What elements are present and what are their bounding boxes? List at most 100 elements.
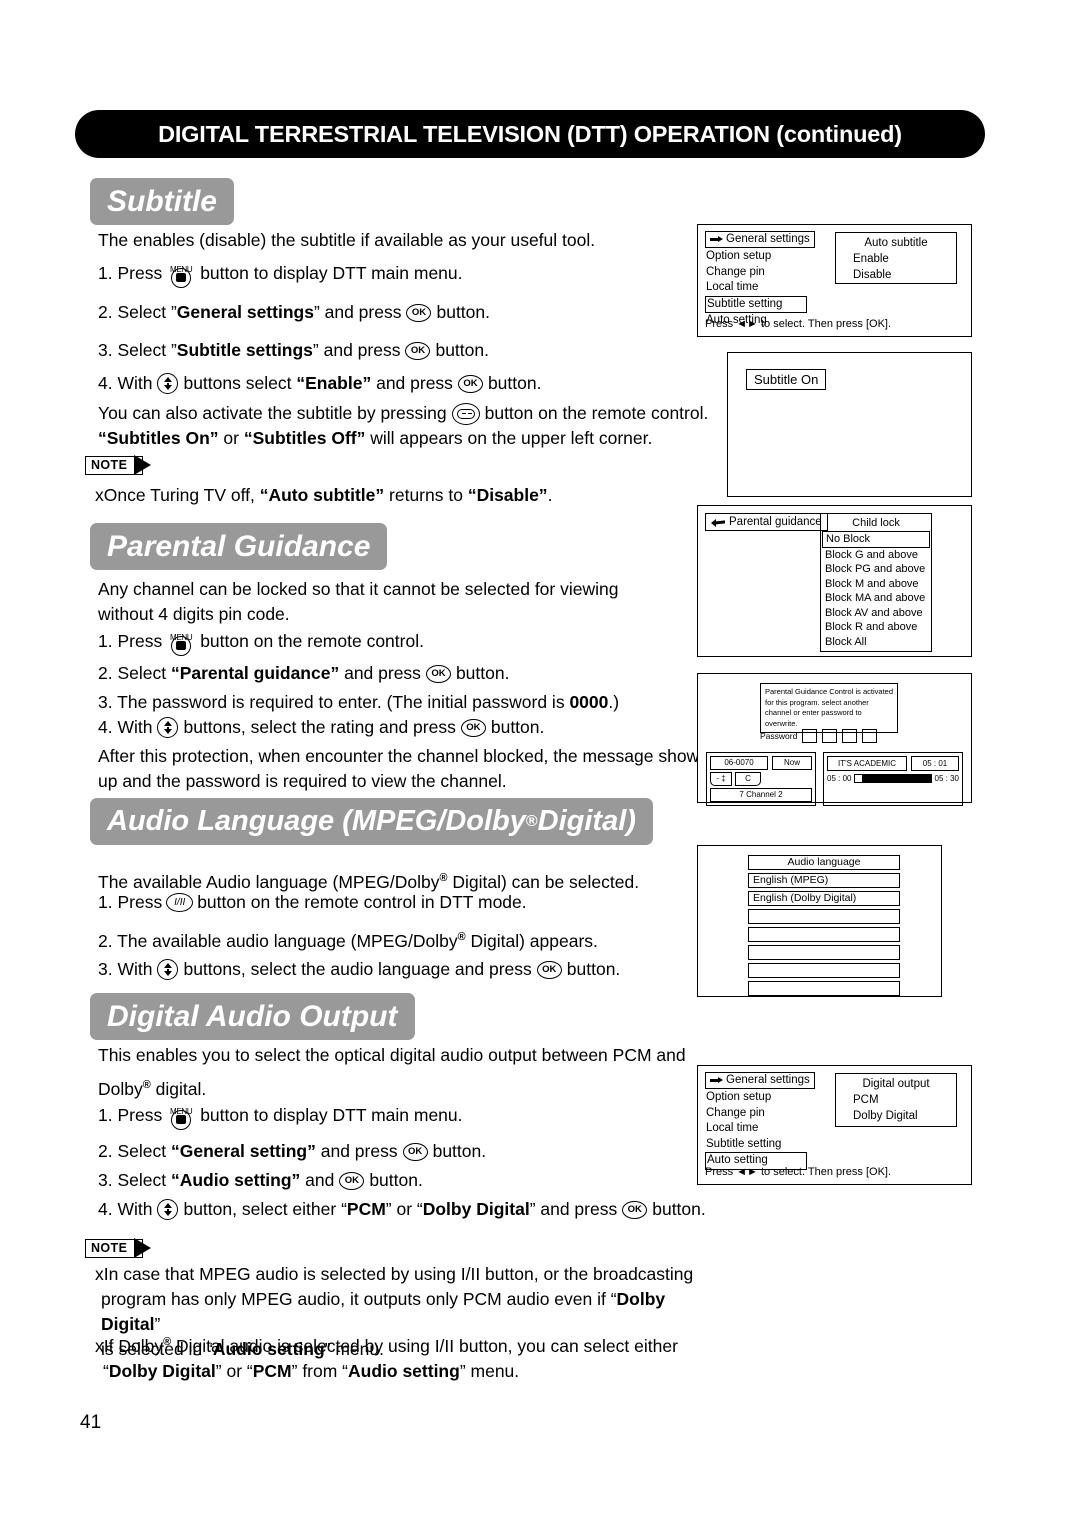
- up-down-arrows-icon: [157, 959, 179, 980]
- audio-language-row-6[interactable]: [748, 963, 900, 978]
- epg-progress-bar: [854, 774, 932, 783]
- note-arrow-icon: [134, 1238, 151, 1258]
- menu-icon: MENU: [168, 626, 194, 656]
- password-cell-3[interactable]: [842, 729, 858, 743]
- digital-output-step-1: 1. Press MENU button to display DTT main…: [98, 1100, 463, 1130]
- epg-now-label: Now: [772, 756, 812, 770]
- digital-output-option-pcm[interactable]: PCM: [836, 1092, 956, 1108]
- subtitle-step-1: 1. Press MENU button to display DTT main…: [98, 258, 463, 288]
- parental-step-1-text: 1. Press: [98, 630, 163, 651]
- digital-output-option-dolby[interactable]: Dolby Digital: [836, 1108, 956, 1124]
- child-lock-option-all[interactable]: Block All: [821, 635, 931, 650]
- subtitle-intro: The enables (disable) the subtitle if av…: [98, 230, 596, 250]
- page-title: DIGITAL TERRESTRIAL TELEVISION (DTT) OPE…: [158, 120, 902, 147]
- subtitle-step-2: 2. Select ”General settings” and press O…: [98, 302, 491, 322]
- menu-item-option-setup[interactable]: Option setup: [705, 1090, 807, 1106]
- child-lock-option-pg[interactable]: Block PG and above: [821, 562, 931, 577]
- menu-item-change-pin[interactable]: Change pin: [705, 265, 807, 281]
- registered-icon: ®: [525, 812, 538, 830]
- menu-item-option-setup[interactable]: Option setup: [705, 249, 807, 265]
- subtitle-step-4: 4. With buttons select “Enable” and pres…: [98, 373, 542, 394]
- parental-guidance-header: Parental guidance: [705, 513, 828, 531]
- audio-language-row-3[interactable]: [748, 909, 900, 924]
- password-cell-2[interactable]: [822, 729, 838, 743]
- child-lock-option-no-block[interactable]: No Block: [822, 531, 930, 548]
- audio-language-row-7[interactable]: [748, 981, 900, 996]
- menu-item-local-time[interactable]: Local time: [705, 1121, 807, 1137]
- note-badge-digital-output: NOTE: [85, 1238, 151, 1258]
- child-lock-option-av[interactable]: Block AV and above: [821, 606, 931, 621]
- section-banner-digital-output: Digital Audio Output: [90, 993, 415, 1040]
- general-settings-footer-hint: Press ◄► to select. Then press [OK].: [705, 318, 892, 330]
- illustration-audio-language-menu: Audio language English (MPEG) English (D…: [697, 845, 942, 997]
- audio-banner-a: Audio Language (MPEG/Dolby: [107, 805, 526, 837]
- illustration-subtitle-on-screen: Subtitle On: [727, 352, 972, 497]
- parental-guidance-header-label: Parental guidance: [729, 516, 822, 528]
- subtitle-step-3: 3. Select ”Subtitle settings” and press …: [98, 340, 489, 360]
- child-lock-option-m[interactable]: Block M and above: [821, 577, 931, 592]
- auto-subtitle-title: Auto subtitle: [864, 237, 928, 249]
- subtitle-extra-line-2: “Subtitles On” or “Subtitles Off” will a…: [98, 428, 653, 448]
- note-arrow-icon: [134, 455, 151, 475]
- digital-output-step-3: 3. Select “Audio setting” and OK button.: [98, 1170, 423, 1190]
- epg-start-time: 05 : 00: [827, 774, 852, 783]
- illustration-parental-guidance: Parental guidance Child lock No Block Bl…: [697, 505, 972, 657]
- audio-language-row-1[interactable]: English (MPEG): [748, 873, 900, 888]
- auto-subtitle-option-enable[interactable]: Enable: [836, 251, 956, 267]
- child-lock-submenu: Child lock No Block Block G and above Bl…: [820, 513, 932, 652]
- subtitle-note-text: xOnce Turing TV off, “Auto subtitle” ret…: [95, 485, 553, 505]
- digital-output-title: Digital output: [862, 1078, 930, 1090]
- audio-language-step-2: 2. The available audio language (MPEG/Do…: [98, 930, 598, 951]
- section-banner-parental: Parental Guidance: [90, 523, 388, 570]
- parental-block-message: Parental Guidance Control is activated f…: [760, 683, 898, 733]
- ok-icon: OK: [339, 1171, 365, 1190]
- epg-banner: 06-0070 Now - ‡ C 7 Channel 2 IT'S ACADE…: [706, 752, 963, 806]
- i-ii-button-icon: I/II: [166, 893, 194, 912]
- ok-icon: OK: [622, 1200, 648, 1219]
- menu-item-change-pin[interactable]: Change pin: [705, 1106, 807, 1122]
- section-banner-digital-output-label: Digital Audio Output: [107, 999, 398, 1033]
- ok-icon: OK: [405, 341, 431, 360]
- epg-program-title: IT'S ACADEMIC: [827, 756, 907, 771]
- digital-output-submenu: Digital output PCM Dolby Digital: [835, 1073, 957, 1127]
- audio-language-row-2[interactable]: English (Dolby Digital): [748, 891, 900, 906]
- epg-channel-number: 06-0070: [710, 756, 768, 770]
- do-step-1-text: 1. Press: [98, 1104, 163, 1125]
- auto-subtitle-option-disable[interactable]: Disable: [836, 267, 956, 283]
- menu-item-local-time[interactable]: Local time: [705, 280, 807, 296]
- epg-c-label: C: [735, 772, 761, 786]
- auto-subtitle-submenu: Auto subtitle Enable Disable: [835, 232, 957, 284]
- audio-language-step-3: 3. With buttons, select the audio langua…: [98, 959, 621, 980]
- subtitle-extra-a: You can also activate the subtitle by pr…: [98, 403, 447, 423]
- audio-step-1-text: 1. Press: [98, 892, 163, 912]
- parental-step-4: 4. With buttons, select the rating and p…: [98, 717, 545, 738]
- digital-output-step-2: 2. Select “General setting” and press OK…: [98, 1141, 487, 1161]
- parental-step-1: 1. Press MENU button on the remote contr…: [98, 626, 424, 656]
- audio-language-row-5[interactable]: [748, 945, 900, 960]
- general-settings-header: General settings: [705, 1072, 815, 1089]
- subtitle-button-icon: [451, 402, 480, 425]
- menu-item-subtitle-setting[interactable]: Subtitle setting: [705, 295, 807, 313]
- illustration-general-settings-digital-output: General settings Option setup Change pin…: [697, 1065, 972, 1185]
- child-lock-option-g[interactable]: Block G and above: [821, 548, 931, 563]
- parental-block-message-l2: for this program. select another: [765, 697, 869, 707]
- do-step-1-tail: button to display DTT main menu.: [200, 1104, 463, 1125]
- menu-icon: MENU: [168, 1100, 194, 1130]
- audio-step-1-tail: button on the remote control in DTT mode…: [197, 892, 527, 912]
- audio-language-title: Audio language: [748, 855, 900, 870]
- digital-output-intro-2: Dolby® digital.: [98, 1078, 207, 1099]
- password-cell-1[interactable]: [802, 729, 818, 743]
- child-lock-option-r[interactable]: Block R and above: [821, 620, 931, 635]
- subtitle-extra-line-1: You can also activate the subtitle by pr…: [98, 401, 708, 426]
- child-lock-title: Child lock: [852, 517, 900, 529]
- section-banner-audio-language: Audio Language (MPEG/Dolby ® Digital): [90, 798, 653, 845]
- audio-language-step-1: 1. Press I/II button on the remote contr…: [98, 890, 527, 915]
- password-cell-4[interactable]: [862, 729, 878, 743]
- general-settings-header-label: General settings: [726, 233, 810, 245]
- up-down-arrows-icon: [157, 1199, 179, 1220]
- audio-language-row-4[interactable]: [748, 927, 900, 942]
- up-down-arrows-icon: [157, 373, 179, 394]
- section-banner-subtitle-label: Subtitle: [107, 184, 217, 218]
- menu-item-subtitle-setting[interactable]: Subtitle setting: [705, 1137, 807, 1153]
- child-lock-option-ma[interactable]: Block MA and above: [821, 591, 931, 606]
